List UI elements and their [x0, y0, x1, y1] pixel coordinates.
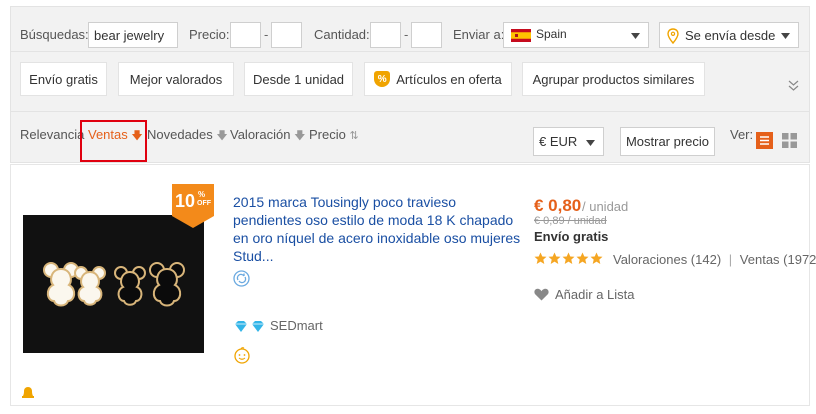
chevron-down-icon [781, 33, 790, 39]
expand-filters-icon[interactable] [788, 80, 799, 91]
badge-off: OFF [197, 200, 211, 207]
product-price: € 0,80 [534, 196, 582, 215]
ship-to-value: Spain [536, 27, 567, 41]
product-title[interactable]: 2015 marca Tousingly poco travieso pendi… [233, 193, 523, 265]
quantity-max-input[interactable] [411, 22, 442, 48]
bell-icon[interactable] [21, 385, 35, 399]
chip-label: Envío gratis [29, 71, 98, 87]
sort-relevance[interactable]: Relevancia [20, 127, 84, 142]
chevron-down-icon [631, 33, 640, 39]
rating-summary: Valoraciones (142) | Ventas (1972) [613, 252, 816, 267]
discount-tag-icon: % [374, 71, 391, 87]
quantity-separator: - [404, 27, 409, 42]
diamond-rating-icon [235, 321, 264, 332]
ships-from-value: Se envía desde [685, 28, 776, 43]
currency-value: € EUR [539, 134, 578, 149]
search-input[interactable]: bear jewelry [88, 22, 178, 48]
star-icon [562, 252, 575, 264]
reviews-link[interactable]: Valoraciones (142) [613, 252, 721, 267]
smiley-icon [234, 347, 250, 364]
ship-to-select[interactable]: Spain [503, 22, 649, 48]
search-input-value: bear jewelry [94, 28, 165, 43]
original-price: € 0,89 / unidad [534, 215, 607, 227]
chip-label: Agrupar productos similares [532, 71, 695, 87]
star-icon [534, 252, 547, 264]
chip-label: Artículos en oferta [396, 71, 502, 87]
star-icon [576, 252, 589, 264]
product-image[interactable] [23, 215, 204, 353]
chip-on-sale[interactable]: % Artículos en oferta [364, 62, 512, 96]
filter-divider-2 [11, 111, 809, 112]
star-icon [590, 252, 603, 264]
price-separator: - [264, 27, 269, 42]
spain-flag-icon [511, 29, 531, 42]
filter-divider-1 [11, 51, 809, 52]
chip-label: Mejor valorados [129, 71, 223, 87]
star-icon [548, 252, 561, 264]
grid-view-icon[interactable] [781, 132, 798, 149]
store-name[interactable]: SEDmart [270, 318, 323, 333]
ships-from-select[interactable]: Se envía desde [659, 22, 799, 48]
location-pin-icon [667, 28, 679, 44]
refresh-icon [233, 270, 250, 287]
star-rating [534, 252, 603, 265]
list-view-icon[interactable] [756, 132, 773, 149]
add-to-wishlist[interactable]: Añadir a Lista [534, 287, 635, 302]
chevron-down-icon [586, 140, 595, 146]
chip-top-rated[interactable]: Mejor valorados [118, 62, 234, 96]
chip-label: Desde 1 unidad [252, 71, 345, 87]
badge-symbol: % [198, 190, 206, 199]
free-shipping-label: Envío gratis [534, 229, 609, 244]
quantity-label: Cantidad: [314, 27, 370, 42]
show-price-button[interactable]: Mostrar precio [620, 127, 715, 156]
chip-min-one-unit[interactable]: Desde 1 unidad [244, 62, 353, 96]
sort-rating[interactable]: Valoración 🡇 [230, 127, 305, 146]
show-price-label: Mostrar precio [625, 134, 710, 149]
rating-separator: | [728, 252, 733, 267]
heart-icon [534, 288, 549, 301]
price-max-input[interactable] [271, 22, 302, 48]
sort-arrows-icon: ⇅ [349, 130, 359, 142]
chip-free-shipping[interactable]: Envío gratis [20, 62, 107, 96]
active-sort-highlight [80, 120, 147, 162]
quantity-min-input[interactable] [370, 22, 401, 48]
currency-select[interactable]: € EUR [533, 127, 604, 156]
price-unit: / unidad [582, 199, 629, 214]
chip-group-similar[interactable]: Agrupar productos similares [522, 62, 705, 96]
price-label: Precio: [189, 27, 230, 42]
discount-badge: 10 % OFF [172, 184, 214, 228]
arrow-down-icon: 🡇 [294, 130, 306, 142]
wishlist-label: Añadir a Lista [555, 287, 635, 302]
sales-count[interactable]: Ventas (1972) [740, 252, 816, 267]
price-min-input[interactable] [230, 22, 261, 48]
badge-percent: 10 [175, 191, 196, 211]
sort-new[interactable]: Novedades 🡇 [147, 127, 228, 146]
arrow-down-icon: 🡇 [216, 130, 228, 142]
sort-price[interactable]: Precio ⇅ [309, 127, 359, 142]
search-label: Búsquedas: [20, 27, 89, 42]
ship-to-label: Enviar a: [453, 27, 505, 42]
view-label: Ver: [730, 127, 754, 142]
